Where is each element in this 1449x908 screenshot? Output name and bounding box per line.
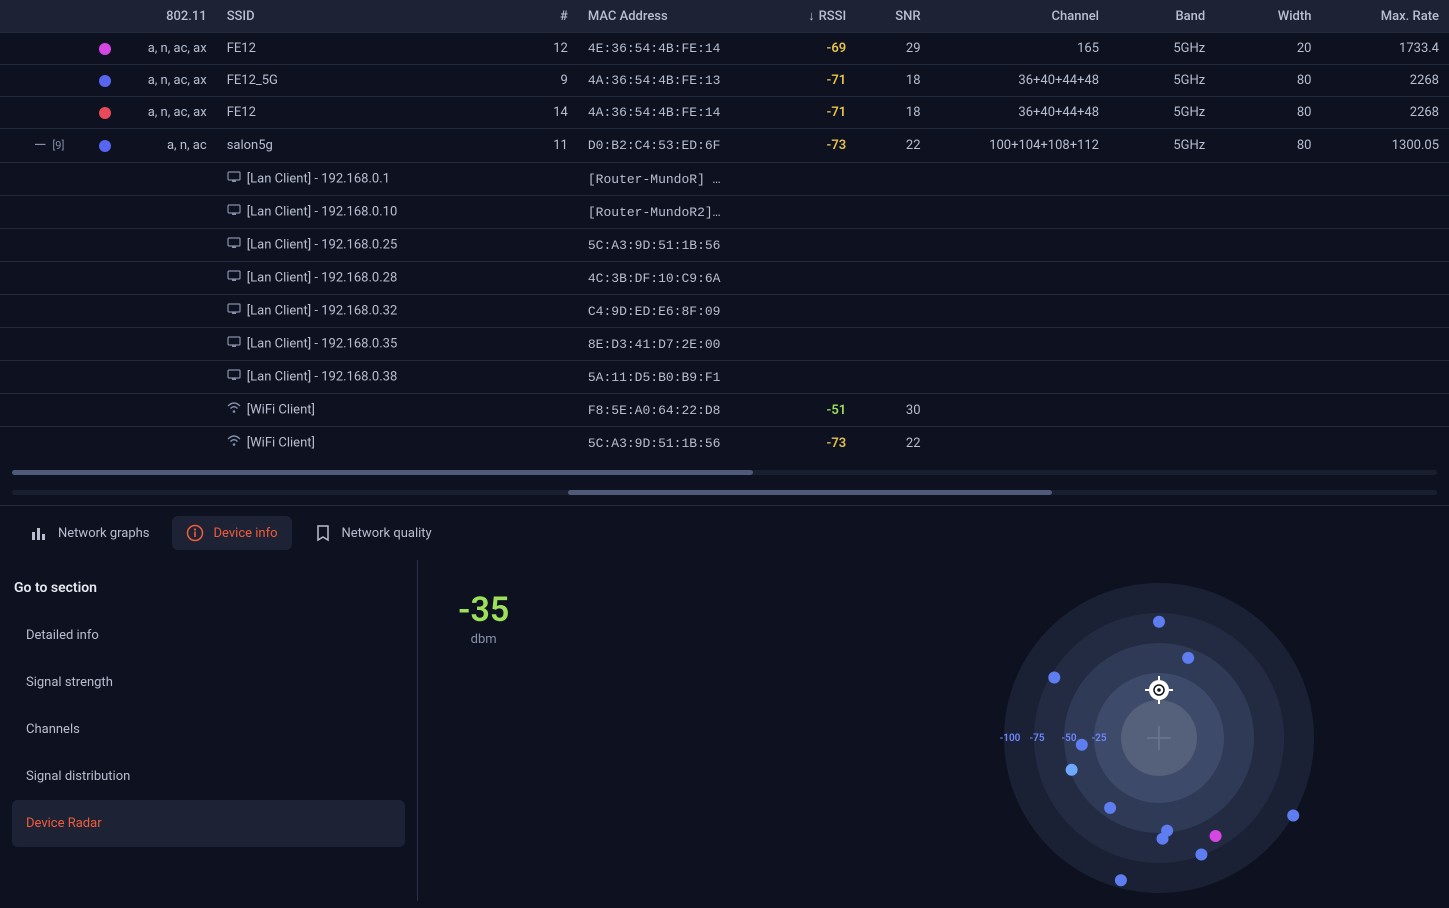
col-mac[interactable]: MAC Address — [578, 0, 771, 33]
svg-text:-75: -75 — [1029, 733, 1044, 744]
table-row[interactable]: [WiFi Client]F8:5E:A0:64:22:D8-5130 — [0, 394, 1449, 427]
table-row[interactable]: [Lan Client] - 192.168.0.284C:3B:DF:10:C… — [0, 262, 1449, 295]
header-row: 802.11 SSID # MAC Address ↓RSSI SNR Chan… — [0, 0, 1449, 33]
table-row[interactable]: [Lan Client] - 192.168.0.255C:A3:9D:51:1… — [0, 229, 1449, 262]
col-snr[interactable]: SNR — [856, 0, 930, 33]
lan-icon — [227, 369, 241, 385]
col-rate[interactable]: Max. Rate — [1321, 0, 1449, 33]
network-table-wrap: 802.11 SSID # MAC Address ↓RSSI SNR Chan… — [0, 0, 1449, 459]
bookmark-icon — [314, 524, 332, 542]
col-width[interactable]: Width — [1215, 0, 1321, 33]
tab-device-info[interactable]: Device info — [172, 516, 292, 550]
col-channel[interactable]: Channel — [931, 0, 1109, 33]
dbm-unit: dbm — [458, 632, 509, 647]
signal-readout: -35 dbm — [458, 590, 509, 647]
wifi-icon — [227, 402, 241, 418]
color-dot — [99, 107, 111, 119]
tab-label: Network quality — [342, 526, 432, 541]
table-row[interactable]: [Lan Client] - 192.168.0.1[Router-MundoR… — [0, 163, 1449, 196]
sidebar-item-signal-strength[interactable]: Signal strength — [12, 659, 405, 706]
section-sidebar: Go to section Detailed infoSignal streng… — [0, 560, 418, 901]
col-band[interactable]: Band — [1109, 0, 1215, 33]
table-row[interactable]: [WiFi Client]5C:A3:9D:51:1B:56-7322 — [0, 427, 1449, 460]
lan-icon — [227, 171, 241, 187]
table-row[interactable]: a, n, ac, axFE12144A:36:54:4B:FE:14-7118… — [0, 97, 1449, 129]
bar-chart-icon — [30, 524, 48, 542]
table-row[interactable]: a, n, ac, axFE12124E:36:54:4B:FE:14-6929… — [0, 33, 1449, 65]
expand-toggle[interactable]: — [9] — [34, 137, 65, 153]
lan-icon — [227, 237, 241, 253]
col-802[interactable]: 802.11 — [121, 0, 217, 33]
tab-label: Device info — [214, 526, 278, 541]
h-scrollbar-2[interactable] — [12, 485, 1437, 499]
wifi-icon — [227, 435, 241, 451]
svg-text:-100: -100 — [1000, 733, 1021, 744]
table-row[interactable]: a, n, ac, axFE12_5G94A:36:54:4B:FE:13-71… — [0, 65, 1449, 97]
col-rssi[interactable]: ↓RSSI — [771, 0, 856, 33]
dbm-value: -35 — [458, 590, 509, 630]
svg-text:-50: -50 — [1061, 733, 1076, 744]
col-ssid[interactable]: SSID — [217, 0, 525, 33]
lan-icon — [227, 303, 241, 319]
sidebar-item-device-radar[interactable]: Device Radar — [12, 800, 405, 847]
table-row[interactable]: [Lan Client] - 192.168.0.358E:D3:41:D7:2… — [0, 328, 1449, 361]
table-row[interactable]: [Lan Client] - 192.168.0.10[Router-Mundo… — [0, 196, 1449, 229]
color-dot — [99, 140, 111, 152]
lan-icon — [227, 336, 241, 352]
sidebar-item-signal-distribution[interactable]: Signal distribution — [12, 753, 405, 800]
h-scrollbar-1[interactable] — [12, 465, 1437, 479]
color-dot — [99, 75, 111, 87]
bottom-panel: Network graphs Device info Network quali… — [0, 505, 1449, 901]
sidebar-item-detailed-info[interactable]: Detailed info — [12, 612, 405, 659]
sidebar-title: Go to section — [14, 580, 405, 596]
table-row[interactable]: — [9]a, n, acsalon5g11D0:B2:C4:53:ED:6F-… — [0, 129, 1449, 163]
info-icon — [186, 524, 204, 542]
svg-text:-25: -25 — [1091, 733, 1106, 744]
lan-icon — [227, 204, 241, 220]
device-radar-panel: -35 dbm -100 -75 -50 -25 — [418, 560, 1449, 901]
network-table: 802.11 SSID # MAC Address ↓RSSI SNR Chan… — [0, 0, 1449, 459]
tab-network-quality[interactable]: Network quality — [300, 516, 446, 550]
color-dot — [99, 43, 111, 55]
tab-label: Network graphs — [58, 526, 150, 541]
radar-chart: -100 -75 -50 -25 — [979, 578, 1339, 908]
tab-network-graphs[interactable]: Network graphs — [16, 516, 164, 550]
col-num[interactable]: # — [525, 0, 578, 33]
bottom-tabs: Network graphs Device info Network quali… — [0, 506, 1449, 560]
sort-desc-icon: ↓ — [808, 9, 815, 24]
table-row[interactable]: [Lan Client] - 192.168.0.32C4:9D:ED:E6:8… — [0, 295, 1449, 328]
table-row[interactable]: [Lan Client] - 192.168.0.385A:11:D5:B0:B… — [0, 361, 1449, 394]
lan-icon — [227, 270, 241, 286]
sidebar-item-channels[interactable]: Channels — [12, 706, 405, 753]
